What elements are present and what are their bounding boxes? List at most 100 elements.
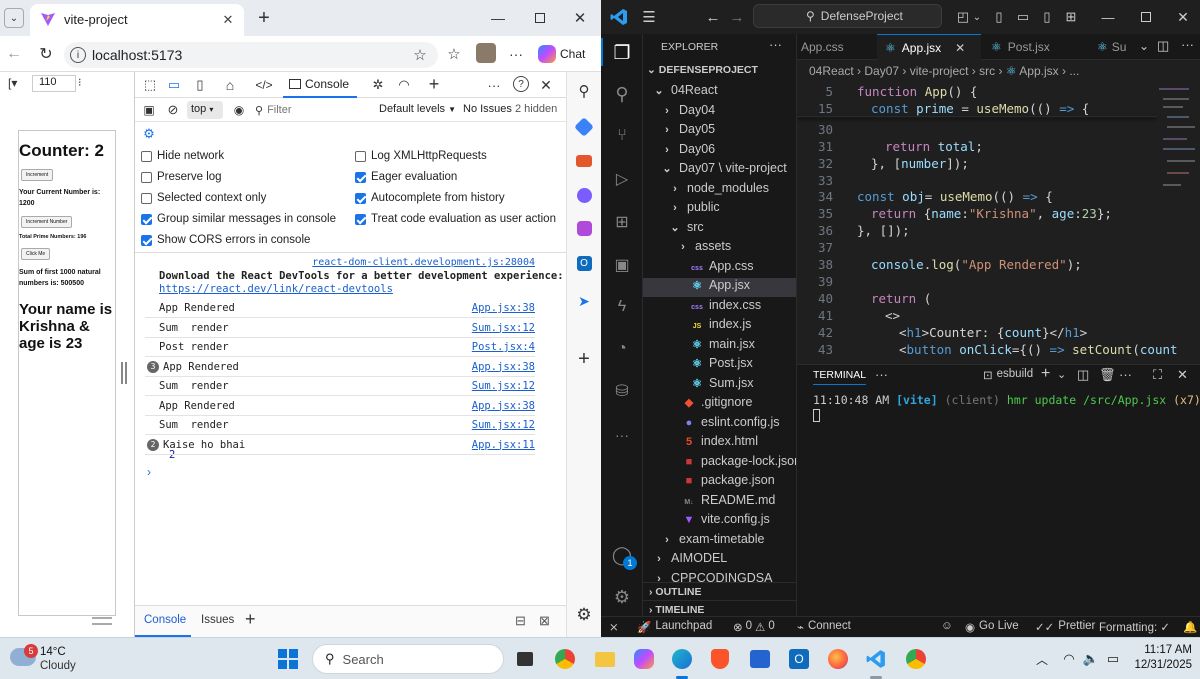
close-panel-icon[interactable]: ✕	[1177, 367, 1188, 383]
click-me-button[interactable]: Click Me	[21, 248, 51, 260]
drawer-tab-console[interactable]: Console	[135, 606, 191, 637]
sidebar-toggle-icon[interactable]: ▣	[141, 102, 157, 118]
console-option[interactable]: Treat code evaluation as user action	[355, 213, 556, 225]
folder-item[interactable]: › AIMODEL	[643, 551, 796, 570]
vscode-close-icon[interactable]: ✕	[1173, 7, 1193, 27]
run-debug-icon[interactable]: ▷	[609, 166, 635, 192]
device-toggle-icon[interactable]: ▭	[165, 76, 183, 94]
folder-item[interactable]: › exam-timetable	[643, 532, 796, 551]
log-source-link[interactable]: Post.jsx:4	[472, 341, 535, 353]
zoom-dropdown-icon[interactable]: ⁝	[78, 76, 82, 89]
file-item[interactable]: ■ package.json	[643, 473, 796, 492]
file-item[interactable]: ⚛ Sum.jsx	[643, 376, 796, 395]
editor-tab-app-css[interactable]: App.css	[797, 34, 877, 60]
drawer-dock-icon[interactable]: ⊟	[515, 613, 526, 629]
chrome-icon[interactable]	[553, 647, 577, 671]
connect-item[interactable]: ⌁ Connect	[797, 620, 851, 634]
option-checkbox[interactable]	[355, 213, 366, 225]
file-item[interactable]: M↓ README.md	[643, 493, 796, 512]
folder-item[interactable]: ⌄ Day07 \ vite-project	[643, 161, 796, 180]
tab-console[interactable]: Console	[283, 72, 357, 98]
drawer-tab-issues[interactable]: Issues	[201, 614, 234, 626]
new-tab-icon[interactable]: +	[254, 7, 274, 29]
close-window-icon[interactable]: ✕	[570, 8, 590, 28]
option-checkbox[interactable]	[141, 150, 152, 162]
folder-item[interactable]: ⌄ src	[643, 220, 796, 239]
copilot-chevron-icon[interactable]: ⌄	[971, 7, 983, 27]
more-tools-icon[interactable]: +	[425, 74, 443, 94]
file-item[interactable]: 5 index.html	[643, 434, 796, 453]
brave-icon[interactable]	[708, 647, 732, 671]
log-source-link[interactable]: App.jsx:38	[472, 400, 535, 412]
file-item[interactable]: JS index.js	[643, 317, 796, 336]
file-item[interactable]: ● eslint.config.js	[643, 415, 796, 434]
manage-gear-icon[interactable]: ⚙	[609, 584, 635, 610]
editor-tab-app-jsx[interactable]: ⚛ App.jsx ✕	[877, 34, 981, 61]
console-option[interactable]: Eager evaluation	[355, 171, 457, 183]
file-item[interactable]: ⚛ Post.jsx	[643, 356, 796, 375]
start-windows-icon[interactable]	[276, 647, 300, 671]
split-terminal-icon[interactable]: ◫	[1077, 367, 1089, 383]
command-center-search[interactable]: ⚲ DefenseProject	[753, 4, 942, 28]
editor-more-icon[interactable]: ···	[1181, 37, 1194, 52]
folder-item[interactable]: › Day05	[643, 122, 796, 141]
chrome-profile-icon[interactable]	[904, 647, 928, 671]
option-checkbox[interactable]	[355, 150, 366, 162]
folder-item[interactable]: › Day04	[643, 103, 796, 122]
copilot-chat-button[interactable]: Chat	[538, 42, 594, 66]
drawer-close-icon[interactable]: ⊠	[539, 613, 550, 629]
levels-dropdown[interactable]: Default levels ▼	[379, 103, 456, 115]
copilot-taskbar-icon[interactable]	[632, 647, 656, 671]
maximize-panel-icon[interactable]: ⛶	[1153, 367, 1162, 383]
project-header[interactable]: ⌄ DEFENSEPROJECT	[647, 64, 758, 76]
database-icon[interactable]: ⛁	[609, 378, 635, 404]
console-option[interactable]: Hide network	[141, 150, 224, 162]
file-item[interactable]: css index.css	[643, 298, 796, 317]
more-views-icon[interactable]: ···	[609, 422, 635, 448]
file-item[interactable]: ⚛ main.jsx	[643, 337, 796, 356]
more-menu-icon[interactable]: ···	[506, 44, 526, 64]
back-icon[interactable]: ←	[4, 44, 24, 64]
prettier-item[interactable]: ✓✓ Prettier	[1035, 620, 1095, 634]
formatting-item[interactable]: Formatting: ✓	[1099, 620, 1170, 634]
folder-item[interactable]: › public	[643, 200, 796, 219]
browser-tab[interactable]: vite-project ✕	[30, 4, 244, 36]
battery-icon[interactable]: ▭	[1104, 649, 1122, 669]
option-checkbox[interactable]	[141, 192, 152, 204]
devtools-hint-source[interactable]: react-dom-client.development.js:28004	[312, 257, 535, 268]
favorites-icon[interactable]: ☆	[444, 44, 464, 64]
console-option[interactable]: Show CORS errors in console	[141, 234, 310, 246]
issues-count[interactable]: No Issues	[463, 103, 512, 115]
site-info-icon[interactable]: i	[70, 47, 86, 63]
firefox-icon[interactable]	[826, 647, 850, 671]
terminal-shell-select[interactable]: ⊡ esbuild	[983, 368, 1033, 382]
vscode-taskbar-icon[interactable]	[864, 647, 888, 671]
toggle-panel-icon[interactable]: ▭	[1013, 7, 1033, 27]
code-editor[interactable]: 5 function App() {15 const prime = useMemo…	[797, 82, 1178, 364]
resize-handle[interactable]	[121, 362, 127, 384]
explorer-icon[interactable]: ❐	[609, 40, 635, 66]
sidebar-outlook-icon[interactable]: O	[573, 252, 595, 274]
live-expression-eye-icon[interactable]: ◉	[231, 102, 247, 118]
drawer-add-icon[interactable]: +	[245, 609, 256, 630]
editor-tab-sum-jsx[interactable]: ⚛ Su	[1093, 34, 1137, 60]
context-select[interactable]: top ▾	[187, 101, 223, 119]
problems-item[interactable]: ⊗ 0 ⚠ 0	[733, 620, 775, 634]
explorer-more-icon[interactable]: ···	[769, 37, 782, 52]
increment-number-button[interactable]: Increment Number	[21, 216, 73, 228]
breadcrumb-4[interactable]: App.jsx	[1019, 64, 1058, 78]
volume-icon[interactable]: 🔈	[1082, 649, 1100, 669]
file-item[interactable]: ⚛ App.jsx	[643, 278, 796, 297]
minimize-icon[interactable]: —	[488, 8, 508, 28]
welcome-home-icon[interactable]: ⌂	[221, 76, 239, 94]
go-live-item[interactable]: ◉ Go Live	[965, 620, 1019, 634]
kill-terminal-icon[interactable]: 🗑	[1099, 367, 1116, 383]
copilot-status-icon[interactable]: ☺	[941, 620, 953, 632]
editor-tab-close-icon[interactable]: ✕	[955, 41, 965, 61]
zoom-input[interactable]: 110	[32, 75, 76, 92]
editor-tab-post-jsx[interactable]: ⚛ Post.jsx	[983, 34, 1079, 60]
weather-widget[interactable]: 5 14°C Cloudy	[10, 642, 100, 676]
extensions-icon[interactable]: ⊞	[609, 209, 635, 235]
console-prompt-icon[interactable]: ›	[147, 465, 151, 479]
breadcrumb-3[interactable]: src	[979, 64, 995, 78]
